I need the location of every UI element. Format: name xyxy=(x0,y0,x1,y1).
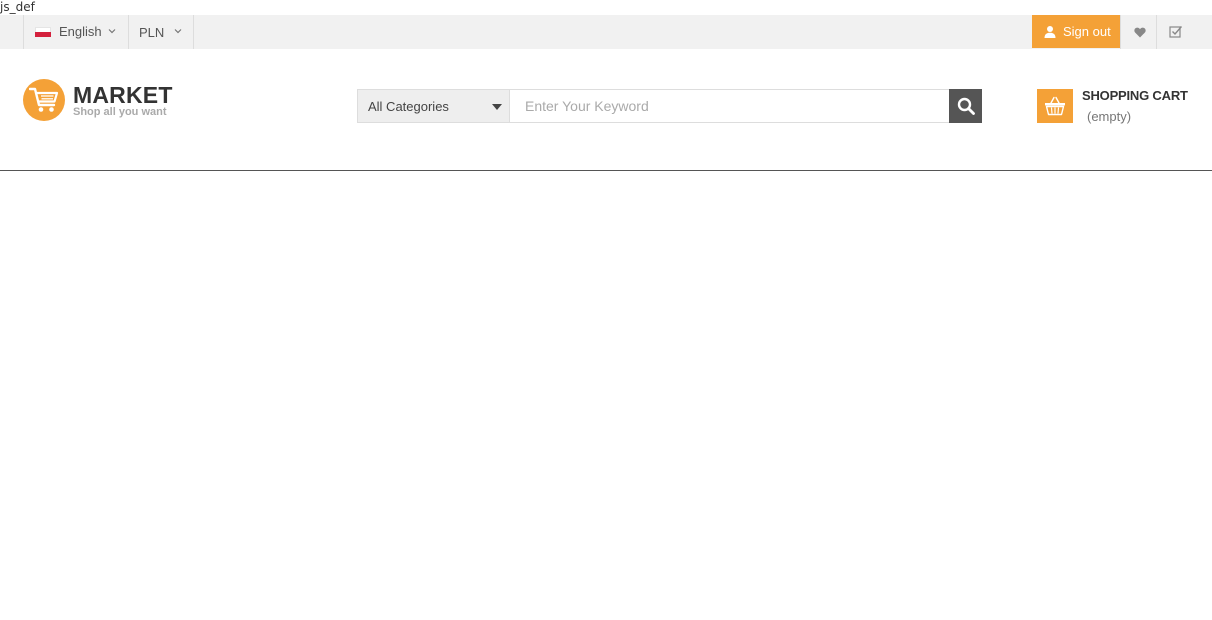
shopping-cart-icon xyxy=(29,87,59,112)
currency-label: PLN xyxy=(139,25,165,40)
cart-title[interactable]: SHOPPING CART xyxy=(1082,88,1188,103)
search-bar: All Categories xyxy=(357,89,982,123)
top-bar: English PLN xyxy=(0,15,1212,49)
basket-icon xyxy=(1045,96,1065,116)
debug-text: js_def xyxy=(0,0,35,14)
search-icon xyxy=(957,97,975,115)
poland-flag-icon xyxy=(35,27,51,37)
sign-out-button[interactable]: Sign out xyxy=(1032,15,1120,48)
category-select[interactable]: All Categories xyxy=(358,90,510,122)
header-divider xyxy=(0,170,1212,171)
cart-button[interactable] xyxy=(1037,89,1073,123)
language-selector[interactable]: English xyxy=(23,15,129,49)
compare-button[interactable] xyxy=(1156,15,1194,49)
caret-down-icon xyxy=(492,104,502,110)
category-label: All Categories xyxy=(368,99,449,114)
chevron-down-icon xyxy=(107,26,117,36)
chevron-down-icon xyxy=(173,26,183,36)
language-label: English xyxy=(59,24,102,39)
brand-tagline: Shop all you want xyxy=(73,106,167,118)
search-input[interactable] xyxy=(511,90,949,122)
wishlist-button[interactable] xyxy=(1120,15,1158,49)
currency-selector[interactable]: PLN xyxy=(128,15,194,49)
sign-out-label: Sign out xyxy=(1063,24,1111,39)
checkbox-icon xyxy=(1168,26,1182,38)
logo[interactable] xyxy=(23,79,65,121)
user-icon xyxy=(1044,25,1056,38)
brand-name: MARKET xyxy=(73,82,173,108)
heart-icon xyxy=(1133,27,1146,37)
cart-status: (empty) xyxy=(1087,109,1132,124)
search-button[interactable] xyxy=(949,89,982,123)
